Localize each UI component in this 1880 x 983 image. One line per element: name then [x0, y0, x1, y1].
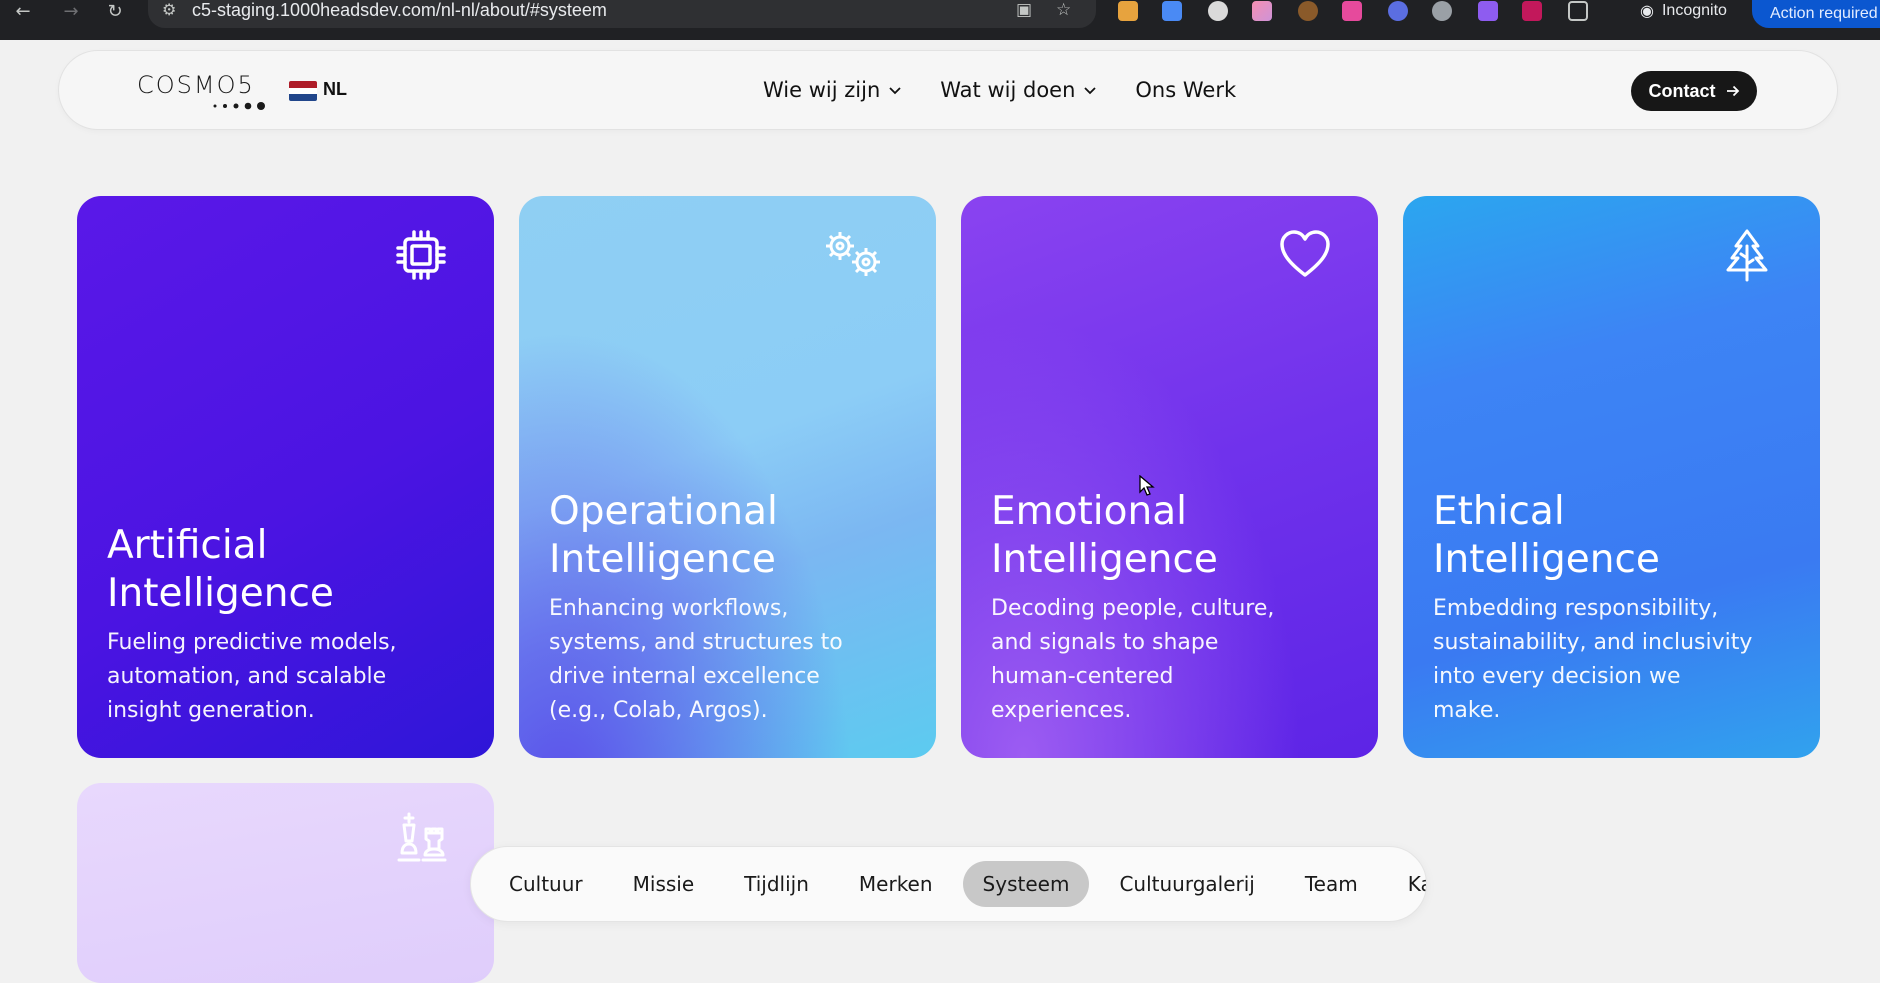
reload-icon[interactable]: ↻: [100, 0, 130, 22]
main-nav: Wie wij zijn Wat wij doen Ons Werk: [763, 78, 1236, 102]
flag-nl-icon[interactable]: [289, 81, 317, 101]
url-text[interactable]: c5-staging.1000headsdev.com/nl-nl/about/…: [192, 0, 607, 21]
subnav-cultuurgalerij[interactable]: Cultuurgalerij: [1099, 861, 1274, 907]
extension-icon[interactable]: [1252, 1, 1272, 21]
subnav-team[interactable]: Team: [1285, 861, 1378, 907]
extension-icon[interactable]: [1208, 1, 1228, 21]
tree-icon: [1726, 229, 1768, 282]
logo-text: COSMO5: [137, 71, 255, 99]
card-title: Operational Intelligence: [549, 489, 778, 582]
compass-icon[interactable]: [1432, 1, 1452, 21]
bookmark-star-icon[interactable]: ☆: [1056, 0, 1071, 20]
card-description: Decoding people, culture, and signals to…: [991, 596, 1275, 723]
back-icon[interactable]: ←: [8, 0, 38, 22]
card-emotional-intelligence[interactable]: Emotional Intelligence Decoding people, …: [961, 196, 1378, 758]
card-title: Ethical Intelligence: [1433, 489, 1660, 582]
card-operational-intelligence[interactable]: Operational Intelligence Enhancing workf…: [519, 196, 936, 758]
shield-icon[interactable]: [1522, 1, 1542, 21]
chess-icon: [397, 812, 447, 862]
subnav-cultuur[interactable]: Cultuur: [489, 861, 603, 907]
extension-icon[interactable]: [1342, 1, 1362, 21]
chevron-down-icon: [889, 87, 901, 95]
subnav-tijdlijn[interactable]: Tijdlijn: [724, 861, 829, 907]
card-description: Fueling predictive models, automation, a…: [107, 630, 397, 723]
translate-icon[interactable]: ▣: [1016, 0, 1032, 20]
logo[interactable]: COSMO5: [137, 71, 267, 111]
forward-icon[interactable]: →: [56, 0, 86, 22]
chevron-down-icon: [1084, 87, 1097, 95]
chip-icon: [396, 230, 446, 280]
logo-dots-icon: [213, 102, 265, 110]
incognito-icon: ◉: [1640, 3, 1654, 20]
incognito-indicator[interactable]: ◉ Incognito: [1640, 0, 1727, 22]
card-artificial-intelligence[interactable]: Artificial Intelligence Fueling predicti…: [77, 196, 494, 758]
subnav-ka[interactable]: Ka: [1388, 861, 1426, 907]
extension-icon[interactable]: [1388, 1, 1408, 21]
contact-button[interactable]: Contact: [1631, 71, 1757, 111]
extension-icon[interactable]: [1118, 1, 1138, 21]
subnav-merken[interactable]: Merken: [839, 861, 953, 907]
subnav-systeem[interactable]: Systeem: [962, 861, 1090, 907]
card-title: Artificial Intelligence: [107, 523, 334, 616]
browser-chrome: ← → ↻ ⚙ c5-staging.1000headsdev.com/nl-n…: [0, 0, 1880, 40]
action-required-button[interactable]: Action required: [1752, 0, 1880, 28]
language-selector[interactable]: NL: [323, 79, 347, 100]
nav-wat-wij-doen[interactable]: Wat wij doen: [940, 78, 1097, 102]
card-description: Enhancing workflows, systems, and struct…: [549, 596, 843, 723]
card-ethical-intelligence[interactable]: Ethical Intelligence Embedding responsib…: [1403, 196, 1820, 758]
extension-icon[interactable]: [1478, 1, 1498, 21]
gears-icon: [826, 232, 880, 276]
nav-wie-wij-zijn[interactable]: Wie wij zijn: [763, 78, 902, 102]
card-description: Embedding responsibility, sustainability…: [1433, 596, 1753, 723]
mouse-cursor-icon: [1139, 475, 1155, 496]
nav-ons-werk[interactable]: Ons Werk: [1135, 78, 1236, 102]
site-settings-icon[interactable]: ⚙: [162, 0, 176, 19]
address-bar[interactable]: ⚙ c5-staging.1000headsdev.com/nl-nl/abou…: [148, 0, 1096, 28]
arrow-right-icon: [1726, 85, 1739, 97]
card-title: Emotional Intelligence: [991, 489, 1218, 582]
site-header: COSMO5 NL Wie wij zijn Wat wij doen Ons …: [58, 50, 1838, 130]
section-subnav: Cultuur Missie Tijdlijn Merken Systeem C…: [470, 846, 1427, 922]
puzzle-icon[interactable]: [1568, 1, 1588, 21]
subnav-missie[interactable]: Missie: [613, 861, 715, 907]
eyedropper-icon[interactable]: [1298, 1, 1318, 21]
extension-icon[interactable]: [1162, 1, 1182, 21]
heart-icon: [1280, 230, 1330, 277]
card-strategic[interactable]: [77, 783, 494, 983]
